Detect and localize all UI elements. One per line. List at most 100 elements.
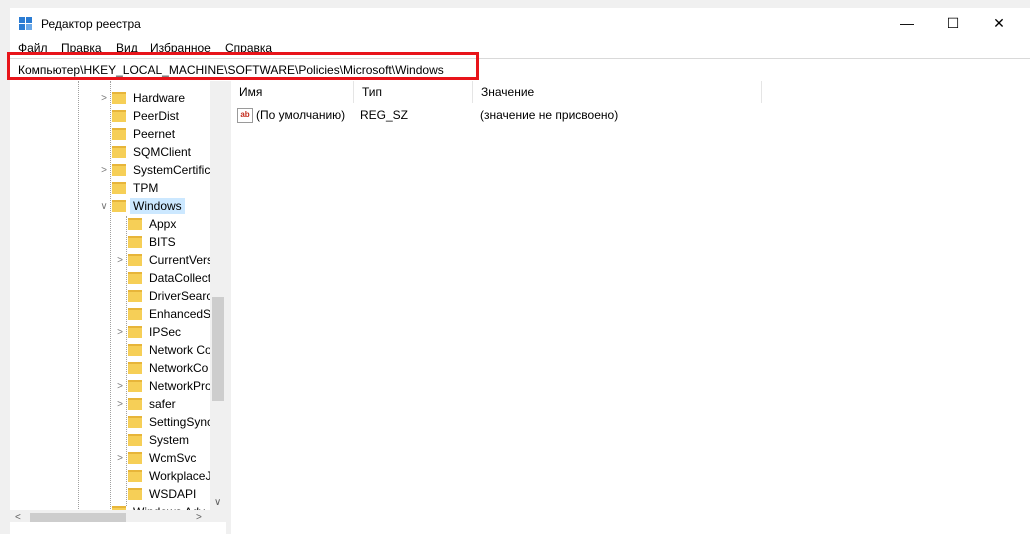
folder-icon bbox=[112, 182, 126, 194]
tree-item-label: WSDAPI bbox=[149, 487, 197, 501]
folder-icon bbox=[112, 110, 126, 122]
address-highlight-box bbox=[7, 52, 479, 80]
chevron-right-icon[interactable]: > bbox=[114, 255, 126, 266]
tree-vertical-scrollbar[interactable]: ∨ bbox=[210, 81, 226, 510]
tree-item-label: SystemCertific bbox=[133, 163, 211, 177]
tree-item-label: Appx bbox=[149, 217, 177, 231]
chevron-right-icon[interactable]: > bbox=[114, 453, 126, 464]
tree-item-datacollection[interactable]: DataCollect bbox=[126, 269, 214, 287]
chevron-right-icon[interactable]: > bbox=[114, 327, 126, 338]
folder-icon bbox=[128, 362, 142, 374]
tree-item-peernet[interactable]: Peernet bbox=[110, 125, 178, 143]
folder-icon bbox=[128, 290, 142, 302]
tree-item-label: BITS bbox=[149, 235, 176, 249]
tree-item-networkprovider[interactable]: > NetworkPro bbox=[114, 377, 215, 395]
folder-icon bbox=[128, 380, 142, 392]
folder-icon bbox=[128, 488, 142, 500]
tree-item-safer[interactable]: > safer bbox=[114, 395, 179, 413]
column-header-value[interactable]: Значение bbox=[473, 81, 762, 103]
tree-item-wsdapi[interactable]: WSDAPI bbox=[126, 485, 199, 503]
folder-icon bbox=[112, 92, 126, 104]
tree-item-label: TPM bbox=[133, 181, 159, 195]
tree-item-label: Hardware bbox=[133, 91, 186, 105]
tree-item-system[interactable]: System bbox=[126, 431, 192, 449]
folder-icon bbox=[128, 452, 142, 464]
folder-icon bbox=[128, 434, 142, 446]
tree-item-sqmclient[interactable]: SQMClient bbox=[110, 143, 194, 161]
tree-item-label: Network Co bbox=[149, 343, 212, 357]
tree-item-driversearching[interactable]: DriverSearc bbox=[126, 287, 215, 305]
folder-icon bbox=[112, 164, 126, 176]
column-header-type[interactable]: Тип bbox=[354, 81, 473, 103]
chevron-right-icon[interactable]: > bbox=[114, 399, 126, 410]
chevron-right-icon[interactable]: > bbox=[114, 381, 126, 392]
tree-item-label: System bbox=[149, 433, 190, 447]
scroll-down-arrow-icon[interactable]: ∨ bbox=[214, 497, 221, 508]
tree-item-windows[interactable]: ∨ Windows bbox=[98, 197, 185, 215]
tree-item-label: NetworkPro bbox=[149, 379, 212, 393]
folder-icon bbox=[128, 272, 142, 284]
values-list[interactable]: Имя Тип Значение ab (По умолчанию) REG_S… bbox=[231, 81, 1030, 534]
folder-icon bbox=[128, 218, 142, 230]
value-data: (значение не присвоено) bbox=[480, 108, 619, 122]
tree-item-label: safer bbox=[149, 397, 176, 411]
tree-item-label: SettingSync bbox=[149, 415, 214, 429]
maximize-button[interactable]: ☐ bbox=[930, 8, 976, 38]
tree-item-wcmsvc[interactable]: > WcmSvc bbox=[114, 449, 199, 467]
string-value-icon: ab bbox=[237, 108, 253, 123]
chevron-right-icon[interactable]: > bbox=[98, 165, 110, 176]
folder-icon bbox=[128, 254, 142, 266]
tree-item-label: Windows bbox=[130, 198, 185, 214]
folder-icon bbox=[128, 416, 142, 428]
tree-item-label: Peernet bbox=[133, 127, 176, 141]
tree-item-label: PeerDist bbox=[133, 109, 180, 123]
value-name: (По умолчанию) bbox=[256, 108, 346, 122]
column-header-name[interactable]: Имя bbox=[231, 81, 354, 103]
folder-icon bbox=[128, 236, 142, 248]
tree-item-peerdist[interactable]: PeerDist bbox=[110, 107, 182, 125]
folder-icon bbox=[128, 326, 142, 338]
tree-guide-line bbox=[78, 81, 79, 511]
scrollbar-thumb[interactable] bbox=[30, 513, 126, 522]
tree-item-currentversion[interactable]: > CurrentVers bbox=[114, 251, 216, 269]
tree-item-label: IPSec bbox=[149, 325, 182, 339]
key-tree[interactable]: > Hardware PeerDist Peernet SQMClient > … bbox=[10, 81, 227, 522]
folder-icon bbox=[112, 146, 126, 158]
tree-item-label: SQMClient bbox=[133, 145, 192, 159]
tree-item-tpm[interactable]: TPM bbox=[110, 179, 161, 197]
window-title: Редактор реестра bbox=[41, 17, 141, 31]
tree-item-systemcertificates[interactable]: > SystemCertific bbox=[98, 161, 213, 179]
tree-item-label: DriverSearc bbox=[149, 289, 213, 303]
chevron-down-icon[interactable]: ∨ bbox=[98, 201, 110, 212]
value-type: REG_SZ bbox=[360, 108, 409, 122]
scrollbar-thumb[interactable] bbox=[212, 297, 224, 401]
table-row[interactable]: ab (По умолчанию) REG_SZ (значение не пр… bbox=[231, 105, 1030, 125]
tree-item-label: CurrentVers bbox=[149, 253, 214, 267]
folder-icon bbox=[128, 470, 142, 482]
tree-item-enhancedstorage[interactable]: EnhancedS bbox=[126, 305, 214, 323]
folder-icon bbox=[112, 128, 126, 140]
tree-item-label: EnhancedS bbox=[149, 307, 212, 321]
chevron-right-icon[interactable]: > bbox=[98, 93, 110, 104]
tree-item-label: WorkplaceJ bbox=[149, 469, 212, 483]
tree-item-appx[interactable]: Appx bbox=[126, 215, 179, 233]
folder-icon bbox=[128, 308, 142, 320]
tree-item-workplacejoin[interactable]: WorkplaceJ bbox=[126, 467, 214, 485]
tree-item-label: WcmSvc bbox=[149, 451, 197, 465]
registry-editor-window: Редактор реестра — ☐ ✕ Файл Правка Вид И… bbox=[7, 8, 1030, 534]
title-bar: Редактор реестра — ☐ ✕ bbox=[10, 8, 1030, 38]
tree-item-settingsync[interactable]: SettingSync bbox=[126, 413, 216, 431]
registry-editor-icon bbox=[19, 17, 32, 30]
scroll-left-arrow-icon[interactable]: < bbox=[15, 512, 21, 522]
tree-item-networkconnectivity[interactable]: NetworkCo bbox=[126, 359, 211, 377]
folder-icon bbox=[112, 200, 126, 212]
tree-item-network-connections[interactable]: Network Co bbox=[126, 341, 215, 359]
folder-icon bbox=[128, 344, 142, 356]
scroll-right-arrow-icon[interactable]: > bbox=[196, 512, 202, 522]
minimize-button[interactable]: — bbox=[884, 8, 930, 38]
close-button[interactable]: ✕ bbox=[976, 8, 1022, 38]
tree-item-hardware[interactable]: > Hardware bbox=[98, 89, 188, 107]
tree-item-ipsec[interactable]: > IPSec bbox=[114, 323, 184, 341]
tree-item-bits[interactable]: BITS bbox=[126, 233, 179, 251]
tree-horizontal-scrollbar[interactable]: < > bbox=[10, 510, 226, 522]
